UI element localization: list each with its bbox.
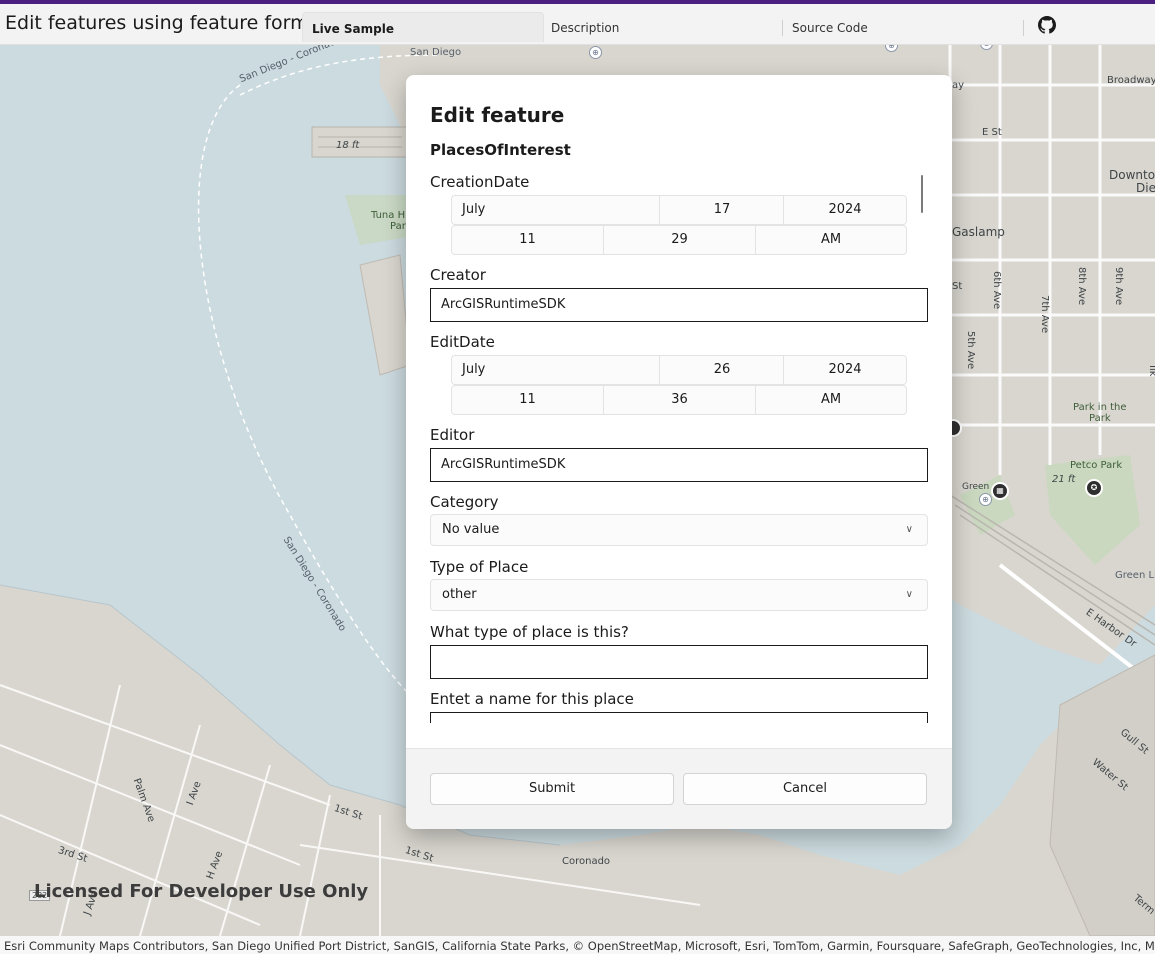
scrollbar-thumb[interactable] [921,175,923,213]
map-label-green-line: Green Li [1115,570,1155,581]
place-of-interest-icon[interactable]: ▦ [991,482,1009,500]
map-label-downtown: Downto [1109,168,1155,182]
edit-date-picker[interactable]: July 26 2024 [451,355,907,385]
creation-time-hour[interactable]: 11 [452,226,603,254]
map-label-depth: 18 ft [336,140,360,151]
dialog-title: Edit feature [430,103,565,127]
map-label-e-st: E St [982,127,1002,138]
chevron-down-icon: ∨ [905,589,913,600]
map-label-coronado: Coronado [562,856,611,867]
creation-time-minute[interactable]: 29 [604,226,755,254]
edit-time-minute[interactable]: 36 [604,386,755,414]
map-label-downtown-2: Die [1136,181,1155,195]
creation-date-day[interactable]: 17 [660,196,784,224]
map-label-5th-ave: 5th Ave [965,331,976,370]
edit-time-picker[interactable]: 11 36 AM [451,385,907,415]
map-label-8th-ave: 8th Ave [1076,267,1087,306]
map-label-gaslamp: Gaslamp [952,225,1005,239]
map-label-san-diego: San Diego [410,47,462,58]
map-label-ilk: Ilk [1147,365,1155,377]
map-label-6th-ave: 6th Ave [991,271,1002,310]
map-label-park-in-the: Park in the [1073,402,1127,413]
map-label-tuna-harbor-2: Par [390,221,406,232]
bus-stop-icon[interactable]: ⊕ [979,493,992,506]
creation-date-month[interactable]: July [462,196,652,224]
edit-date-year[interactable]: 2024 [784,356,906,384]
cancel-button[interactable]: Cancel [683,773,927,805]
stadium-icon[interactable]: ✪ [1085,479,1103,497]
what-type-label: What type of place is this? [430,623,629,641]
creation-date-label: CreationDate [430,173,530,191]
edit-time-period[interactable]: AM [756,386,906,414]
creation-time-period[interactable]: AM [756,226,906,254]
tab-source-code[interactable]: Source Code [783,12,1023,42]
submit-button[interactable]: Submit [430,773,674,805]
title-bar: Edit features using feature forms Live S… [0,4,1155,45]
edit-date-day[interactable]: 26 [660,356,784,384]
map-label-ay: ay [952,80,965,91]
github-icon[interactable] [1038,16,1056,34]
editor-field[interactable]: ArcGISRuntimeSDK [430,448,928,482]
place-name-field[interactable] [430,712,928,723]
map-label-green: Green [962,482,990,492]
creation-time-picker[interactable]: 11 29 AM [451,225,907,255]
map-label-petco-park: Petco Park [1070,460,1123,471]
category-dropdown[interactable]: No value ∨ [430,514,928,546]
tab-separator [1023,20,1024,36]
map-label-tuna-harbor: Tuna H [371,210,406,221]
chevron-down-icon: ∨ [905,524,913,535]
creator-field[interactable]: ArcGISRuntimeSDK [430,288,928,322]
map-label-depth-2: 21 ft [1052,474,1076,485]
category-value: No value [442,522,500,537]
app-title: Edit features using feature forms [5,12,319,34]
bus-stop-icon[interactable]: ⊕ [589,46,602,59]
edit-feature-dialog: Edit feature PlacesOfInterest CreationDa… [406,75,952,829]
dialog-footer: Submit Cancel [406,748,952,829]
creation-date-picker[interactable]: July 17 2024 [451,195,907,225]
form-scroll-area[interactable]: CreationDate July 17 2024 11 29 AM Creat… [406,170,952,723]
map-attribution: Esri Community Maps Contributors, San Di… [0,936,1155,954]
creator-label: Creator [430,266,486,284]
map-label-park: Park [1089,413,1111,424]
type-of-place-dropdown[interactable]: other ∨ [430,579,928,611]
place-name-label: Entet a name for this place [430,690,634,708]
map-label-broadway: Broadway [1107,75,1155,86]
editor-label: Editor [430,426,475,444]
license-watermark: Licensed For Developer Use Only [34,881,369,902]
edit-date-month[interactable]: July [462,356,652,384]
category-label: Category [430,493,499,511]
tab-live-sample[interactable]: Live Sample [302,12,544,42]
layer-name: PlacesOfInterest [430,141,571,159]
type-of-place-label: Type of Place [430,558,529,576]
creation-date-year[interactable]: 2024 [784,196,906,224]
edit-date-label: EditDate [430,333,495,351]
map-label-9th-ave: 9th Ave [1113,267,1124,306]
map-label-7th-ave: 7th Ave [1039,295,1050,334]
edit-time-hour[interactable]: 11 [452,386,603,414]
type-of-place-value: other [442,587,477,602]
tab-description[interactable]: Description [542,12,782,42]
what-type-field[interactable] [430,645,928,679]
map-label-st: St [952,281,963,292]
